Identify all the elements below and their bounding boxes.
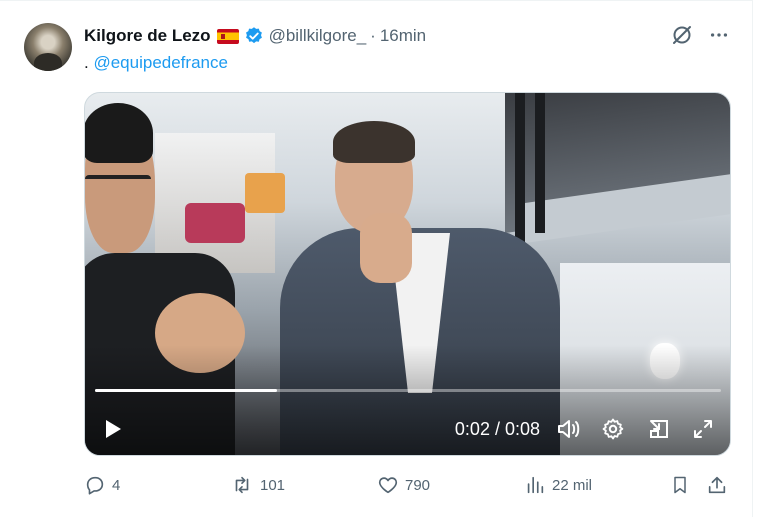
video-controls: 0:02 / 0:08	[85, 411, 730, 447]
bag-strap	[535, 93, 545, 233]
fullscreen-button[interactable]	[687, 411, 719, 447]
repost-count: 101	[260, 476, 286, 494]
tweet-text: . @equipedefrance	[84, 53, 228, 73]
like-count: 790	[405, 476, 431, 494]
grok-icon[interactable]	[670, 23, 694, 47]
bookmark-button[interactable]	[670, 472, 696, 498]
video-progress-fill	[95, 389, 277, 392]
separator-dot: ·	[370, 26, 376, 45]
like-button[interactable]: 790	[377, 472, 430, 498]
bookmark-icon	[674, 476, 686, 494]
mention-link[interactable]: @equipedefrance	[93, 53, 227, 72]
author-name[interactable]: Kilgore de Lezo	[84, 26, 211, 46]
video-frame-object	[185, 203, 245, 243]
timestamp[interactable]: 16min	[380, 26, 426, 46]
reply-icon	[86, 476, 104, 495]
pip-button[interactable]	[643, 411, 675, 447]
author-handle[interactable]: @billkilgore_	[269, 26, 367, 46]
tweet[interactable]: Kilgore de Lezo @billkilgore_ · 16min . …	[0, 0, 753, 517]
play-icon	[106, 420, 121, 438]
share-icon	[708, 476, 726, 494]
repost-button[interactable]: 101	[230, 472, 285, 498]
video-progress-bar[interactable]	[95, 389, 721, 392]
picture-in-picture-icon	[650, 420, 668, 438]
fullscreen-icon	[694, 420, 712, 438]
reply-count: 4	[112, 476, 121, 494]
volume-icon	[558, 420, 580, 438]
share-button[interactable]	[706, 472, 734, 498]
reply-button[interactable]: 4	[84, 472, 120, 498]
heart-icon	[378, 477, 398, 494]
repost-icon	[235, 476, 249, 494]
thumbs-up-hand	[360, 213, 412, 283]
play-button[interactable]	[99, 411, 127, 447]
verified-badge-icon	[245, 27, 262, 44]
spain-flag-icon	[216, 28, 239, 44]
person-left-hair	[85, 103, 153, 163]
video-frame-object	[245, 173, 285, 213]
tweet-header: Kilgore de Lezo @billkilgore_ · 16min	[84, 25, 426, 47]
volume-button[interactable]	[553, 411, 585, 447]
video-timecode: 0:02 / 0:08	[454, 419, 540, 439]
view-count: 22 mil	[552, 476, 593, 494]
settings-button[interactable]	[597, 411, 629, 447]
more-options-icon[interactable]	[708, 24, 730, 46]
text-prefix: .	[84, 53, 89, 72]
person-hair	[333, 121, 415, 163]
avatar[interactable]	[24, 23, 72, 71]
gear-icon	[602, 418, 624, 440]
views-button[interactable]: 22 mil	[524, 472, 592, 498]
tweet-actions: 4 101 790 22 mil	[84, 472, 734, 498]
analytics-icon	[527, 476, 544, 494]
person-left-glasses	[85, 175, 151, 189]
video-player[interactable]: 0:02 / 0:08	[84, 92, 731, 456]
